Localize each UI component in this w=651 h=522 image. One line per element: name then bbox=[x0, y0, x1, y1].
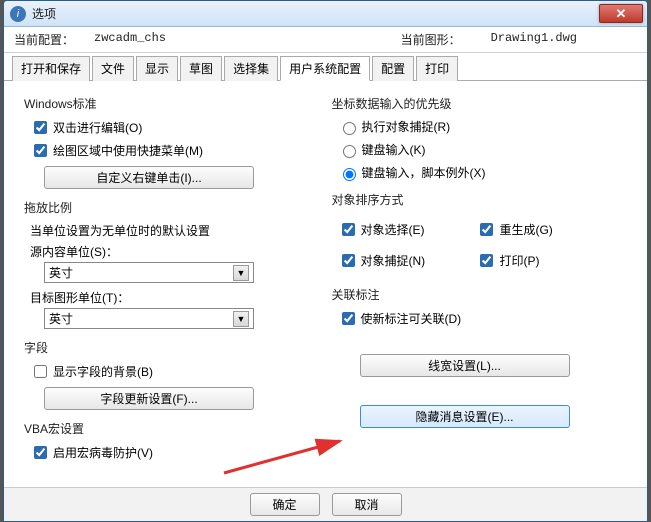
current-profile-value: zwcadm_chs bbox=[94, 31, 166, 48]
group-drag-scale: 拖放比例 当单位设置为无单位时的默认设置 源内容单位(S)： 英寸 ▼ 目标图形… bbox=[24, 199, 320, 329]
chk-sort-osnap[interactable] bbox=[342, 254, 355, 267]
tab-6[interactable]: 配置 bbox=[372, 56, 414, 81]
radio-osnap[interactable] bbox=[343, 122, 356, 135]
select-value: 英寸 bbox=[49, 310, 73, 327]
radio-label: 执行对象捕捉(R) bbox=[362, 118, 451, 135]
group-title: 坐标数据输入的优先级 bbox=[332, 95, 628, 112]
drag-scale-desc: 当单位设置为无单位时的默认设置 bbox=[30, 222, 320, 239]
tab-2[interactable]: 显示 bbox=[136, 56, 178, 81]
tab-3[interactable]: 草图 bbox=[180, 56, 222, 81]
tab-1[interactable]: 文件 bbox=[92, 56, 134, 81]
select-value: 英寸 bbox=[49, 264, 73, 281]
chk-label: 双击进行编辑(O) bbox=[53, 119, 142, 136]
chk-double-click-edit[interactable] bbox=[34, 121, 47, 134]
chk-assoc-dim[interactable] bbox=[342, 312, 355, 325]
content-area: Windows标准 双击进行编辑(O) 绘图区域中使用快捷菜单(M) 自定义右键… bbox=[4, 81, 647, 472]
tabs-bar: 打开和保存文件显示草图选择集用户系统配置配置打印 bbox=[4, 55, 647, 81]
btn-lineweight-settings[interactable]: 线宽设置(L)... bbox=[360, 354, 570, 377]
tab-0[interactable]: 打开和保存 bbox=[12, 56, 90, 81]
source-units-label: 源内容单位(S)： bbox=[30, 243, 320, 260]
current-drawing-value: Drawing1.dwg bbox=[491, 31, 577, 48]
chk-label: 对象选择(E) bbox=[361, 221, 425, 238]
right-column: 坐标数据输入的优先级 执行对象捕捉(R) 键盘输入(K) 键盘输入，脚本例外(X… bbox=[326, 89, 634, 472]
group-title: Windows标准 bbox=[24, 95, 320, 112]
group-fields: 字段 显示字段的背景(B) 字段更新设置(F)... bbox=[24, 339, 320, 410]
current-profile-label: 当前配置： bbox=[14, 31, 94, 48]
radio-label: 键盘输入(K) bbox=[362, 141, 426, 158]
chk-label: 启用宏病毒防护(V) bbox=[53, 444, 153, 461]
cancel-button[interactable]: 取消 bbox=[332, 493, 402, 516]
chk-label: 重生成(G) bbox=[499, 221, 552, 238]
close-button[interactable]: ✕ bbox=[599, 4, 643, 23]
left-column: Windows标准 双击进行编辑(O) 绘图区域中使用快捷菜单(M) 自定义右键… bbox=[18, 89, 326, 472]
group-vba-macro: VBA宏设置 启用宏病毒防护(V) bbox=[24, 420, 320, 462]
chk-sort-print[interactable] bbox=[480, 254, 493, 267]
btn-hidden-message-settings[interactable]: 隐藏消息设置(E)... bbox=[360, 405, 570, 428]
chevron-down-icon: ▼ bbox=[233, 265, 249, 281]
chk-sort-regen[interactable] bbox=[480, 223, 493, 236]
btn-right-click-customize[interactable]: 自定义右键单击(I)... bbox=[44, 166, 254, 189]
titlebar: i 选项 ✕ bbox=[4, 1, 647, 27]
chevron-down-icon: ▼ bbox=[233, 311, 249, 327]
select-source-units[interactable]: 英寸 ▼ bbox=[44, 262, 254, 283]
window-title: 选项 bbox=[32, 5, 56, 22]
btn-field-update-settings[interactable]: 字段更新设置(F)... bbox=[44, 387, 254, 410]
group-windows-standard: Windows标准 双击进行编辑(O) 绘图区域中使用快捷菜单(M) 自定义右键… bbox=[24, 95, 320, 189]
chk-shortcut-menu[interactable] bbox=[34, 144, 47, 157]
chk-label: 使新标注可关联(D) bbox=[361, 310, 462, 327]
current-drawing-label: 当前图形： bbox=[401, 31, 491, 48]
radio-keyboard-except-script[interactable] bbox=[343, 168, 356, 181]
profile-info-row: 当前配置： zwcadm_chs 当前图形： Drawing1.dwg bbox=[4, 27, 647, 53]
ok-button[interactable]: 确定 bbox=[250, 493, 320, 516]
tab-7[interactable]: 打印 bbox=[416, 56, 458, 81]
chk-enable-virus-protect[interactable] bbox=[34, 446, 47, 459]
group-coord-priority: 坐标数据输入的优先级 执行对象捕捉(R) 键盘输入(K) 键盘输入，脚本例外(X… bbox=[332, 95, 628, 181]
group-object-sort: 对象排序方式 对象选择(E) 重生成(G) 对象捕捉(N) 打印(P) bbox=[332, 191, 628, 276]
group-assoc-dim: 关联标注 使新标注可关联(D) bbox=[332, 286, 628, 328]
app-icon: i bbox=[10, 6, 26, 22]
group-title: 拖放比例 bbox=[24, 199, 320, 216]
chk-sort-select[interactable] bbox=[342, 223, 355, 236]
tab-4[interactable]: 选择集 bbox=[224, 56, 278, 81]
radio-keyboard[interactable] bbox=[343, 145, 356, 158]
group-title: 字段 bbox=[24, 339, 320, 356]
group-title: VBA宏设置 bbox=[24, 420, 320, 437]
group-title: 关联标注 bbox=[332, 286, 628, 303]
chk-field-background[interactable] bbox=[34, 365, 47, 378]
chk-label: 对象捕捉(N) bbox=[361, 252, 426, 269]
target-units-label: 目标图形单位(T)： bbox=[30, 289, 320, 306]
options-dialog: i 选项 ✕ 当前配置： zwcadm_chs 当前图形： Drawing1.d… bbox=[3, 0, 648, 522]
radio-label: 键盘输入，脚本例外(X) bbox=[362, 164, 486, 181]
group-title: 对象排序方式 bbox=[332, 191, 628, 208]
tab-5[interactable]: 用户系统配置 bbox=[280, 56, 370, 81]
chk-label: 显示字段的背景(B) bbox=[53, 363, 153, 380]
chk-label: 绘图区域中使用快捷菜单(M) bbox=[53, 142, 203, 159]
dialog-footer: 确定 取消 bbox=[4, 487, 647, 521]
chk-label: 打印(P) bbox=[499, 252, 539, 269]
select-target-units[interactable]: 英寸 ▼ bbox=[44, 308, 254, 329]
